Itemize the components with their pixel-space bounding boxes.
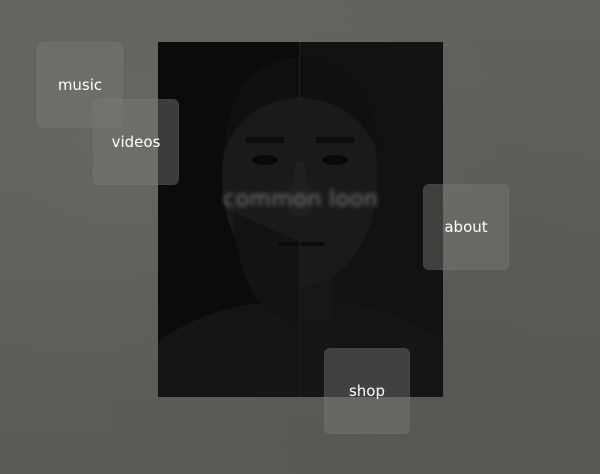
nav-tile-videos[interactable]: videos (93, 99, 179, 185)
nav-about-label: about (444, 218, 488, 236)
hero-portrait: common loon (158, 42, 443, 397)
portrait-silhouette (158, 42, 443, 397)
nav-shop-label: shop (348, 382, 386, 400)
nav-videos-label: videos (111, 133, 161, 151)
nav-music-label: music (57, 76, 103, 94)
page-stage: common loon music videos about shop (0, 0, 600, 474)
nav-tile-about[interactable]: about (423, 184, 509, 270)
nav-tile-shop[interactable]: shop (324, 348, 410, 434)
brand-logo-text: common loon (222, 187, 379, 212)
